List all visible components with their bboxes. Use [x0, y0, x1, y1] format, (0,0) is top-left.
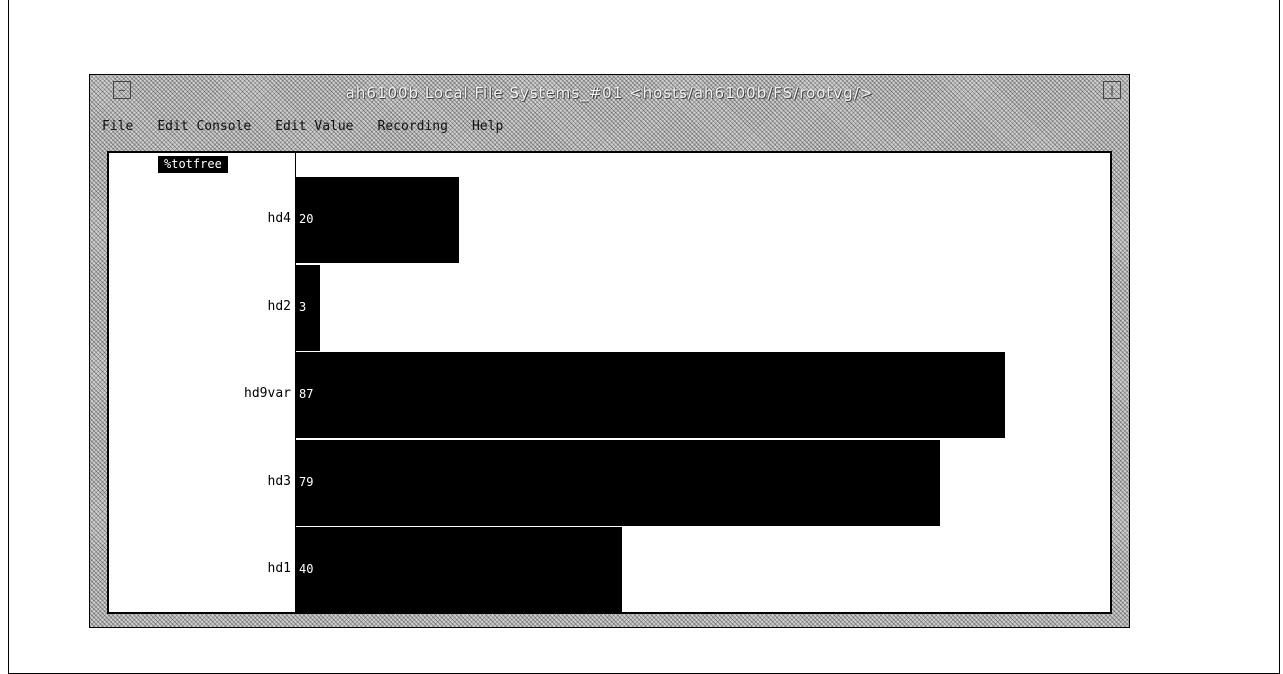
menu-bar: File Edit Console Edit Value Recording H… [102, 119, 527, 137]
free-space-bar [296, 352, 1005, 438]
free-space-bar [296, 177, 459, 263]
title-bar[interactable]: — ah6100b Local File Systems_#01 <hosts/… [90, 75, 1129, 111]
close-icon[interactable]: | [1103, 81, 1121, 99]
free-space-bar [296, 527, 622, 613]
bar-value: 87 [299, 387, 314, 401]
filesystem-label: hd4 [267, 211, 291, 226]
menu-edit-console[interactable]: Edit Console [157, 119, 251, 137]
window-title: ah6100b Local File Systems_#01 <hosts/ah… [345, 84, 874, 102]
bar-value: 20 [299, 212, 314, 226]
monitor-window: — ah6100b Local File Systems_#01 <hosts/… [89, 74, 1130, 628]
menu-edit-value[interactable]: Edit Value [275, 119, 353, 137]
menu-help[interactable]: Help [472, 119, 503, 137]
filesystem-row[interactable]: hd4 20 [109, 177, 1110, 263]
bar-value: 79 [299, 474, 314, 489]
free-space-bar [296, 439, 940, 526]
bar-value: 3 [299, 299, 307, 314]
menu-recording[interactable]: Recording [378, 119, 448, 137]
filesystem-label: hd9var [244, 386, 291, 401]
filesystem-row[interactable]: hd2 3 [109, 264, 1110, 351]
filesystem-label: hd2 [267, 298, 291, 314]
filesystem-row[interactable]: hd1 40 [109, 527, 1110, 613]
menu-file[interactable]: File [102, 119, 133, 137]
column-header[interactable]: %totfree [158, 156, 228, 173]
filesystem-row[interactable]: hd9var 87 [109, 352, 1110, 438]
filesystem-row[interactable]: hd3 79 [109, 439, 1110, 526]
filesystem-label: hd3 [267, 473, 291, 489]
bar-value: 40 [299, 562, 314, 576]
filesystem-label: hd1 [267, 561, 291, 576]
bar-display-area: %totfree hd4 20 hd2 3 hd9var 87 hd3 79 h… [107, 151, 1112, 614]
